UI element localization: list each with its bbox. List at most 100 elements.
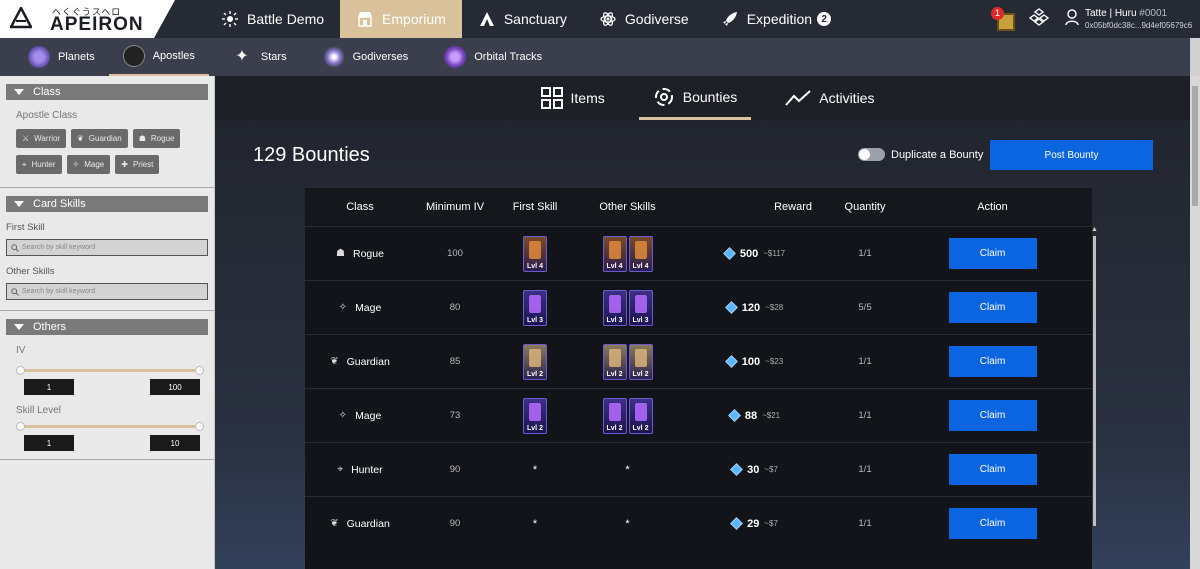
subnav-orbital-tracks[interactable]: Orbital Tracks — [422, 38, 556, 76]
others-section-header[interactable]: Others — [6, 319, 208, 335]
column-header[interactable]: Quantity — [830, 201, 900, 213]
iv-min-input[interactable]: 1 — [24, 379, 74, 395]
skill-level-min-input[interactable]: 1 — [24, 435, 74, 451]
claim-button[interactable]: Claim — [948, 508, 1037, 539]
skill-card[interactable]: Lvl 2 — [628, 397, 653, 434]
skill-card-art — [529, 348, 541, 367]
reward-cell: 120 ~$28 — [680, 301, 830, 314]
claim-button[interactable]: Claim — [948, 454, 1037, 485]
section-title: Class — [33, 86, 61, 98]
skill-card[interactable]: Lvl 3 — [523, 289, 547, 326]
skill-card[interactable]: Lvl 3 — [628, 289, 653, 326]
skill-card[interactable]: Lvl 4 — [628, 235, 653, 272]
min-iv-cell: 90 — [449, 518, 461, 529]
toggle-switch[interactable] — [858, 148, 885, 161]
shop-icon — [356, 10, 374, 28]
scrollbar-thumb[interactable] — [1093, 236, 1096, 526]
subnav-planets[interactable]: Planets — [0, 38, 109, 76]
reward-amount: 120 — [741, 301, 761, 314]
scroll-up-arrow-icon[interactable]: ▲ — [1091, 226, 1098, 233]
nav-emporium[interactable]: Emporium — [340, 0, 462, 38]
slider-max-handle[interactable] — [195, 366, 204, 375]
nav-expedition[interactable]: Expedition 2 — [705, 0, 847, 38]
column-header[interactable]: Class — [305, 201, 415, 213]
nav-battle-demo[interactable]: Battle Demo — [205, 0, 340, 38]
class-filter-priest[interactable]: ✚ Priest — [115, 155, 160, 174]
claim-button[interactable]: Claim — [948, 400, 1037, 431]
sub-navigation-bar: Planets Apostles ✦ Stars Godiverses Orbi… — [0, 38, 1200, 76]
apeiron-logo[interactable]: ヘくぐうスヘロ APEIRON — [0, 0, 175, 38]
subnav-apostles[interactable]: Apostles — [108, 38, 209, 76]
expedition-count-badge: 2 — [817, 12, 832, 26]
column-header[interactable]: Reward — [680, 201, 830, 213]
tab-items[interactable]: Items — [527, 76, 619, 120]
nav-label: Battle Demo — [247, 11, 325, 27]
subnav-godiverses[interactable]: Godiverses — [301, 38, 423, 76]
reward-cell: 30 ~$7 — [680, 463, 830, 476]
notification-button[interactable]: 1 — [991, 7, 1017, 31]
subnav-label: Orbital Tracks — [474, 51, 543, 63]
skill-card[interactable]: Lvl 2 — [523, 343, 547, 380]
column-header[interactable]: First Skill — [495, 201, 575, 213]
column-header[interactable]: Action — [900, 201, 1085, 213]
reward-cell: 500 ~$117 — [680, 247, 830, 260]
other-skills-label: Other Skills — [6, 266, 55, 277]
class-name: Guardian — [346, 355, 390, 368]
tab-bounties[interactable]: Bounties — [638, 76, 752, 120]
slider-min-handle[interactable] — [16, 422, 25, 431]
nav-godiverse[interactable]: Godiverse — [583, 0, 705, 38]
skill-level-range-slider[interactable] — [16, 422, 204, 431]
column-header[interactable]: Other Skills — [575, 201, 680, 213]
tab-activities[interactable]: Activities — [771, 76, 888, 120]
subnav-stars[interactable]: ✦ Stars — [209, 38, 301, 76]
min-iv-cell: 73 — [449, 410, 461, 421]
wallet-address: 0x05bf0dc38c...9d4ef05679c6 — [1085, 21, 1193, 30]
skill-card[interactable]: Lvl 3 — [602, 289, 627, 326]
skill-card[interactable]: Lvl 2 — [602, 397, 627, 434]
card-skills-section-header[interactable]: Card Skills — [6, 196, 208, 212]
slider-min-handle[interactable] — [16, 366, 25, 375]
class-filter-hunter[interactable]: ⌖ Hunter — [16, 155, 62, 174]
skill-card-art — [634, 240, 647, 259]
iv-range-slider[interactable] — [16, 366, 204, 375]
class-filter-guardian[interactable]: ❦ Guardian — [71, 129, 128, 148]
class-filter-warrior[interactable]: ⚔ Warrior — [16, 129, 67, 148]
skill-level: Lvl 2 — [632, 370, 649, 378]
claim-button[interactable]: Claim — [948, 292, 1037, 323]
skill-card[interactable]: Lvl 2 — [602, 343, 627, 380]
class-filter-mage[interactable]: ✧ Mage — [66, 155, 111, 174]
stack-icon[interactable] — [1028, 7, 1050, 31]
page-scrollbar[interactable] — [1190, 76, 1200, 569]
user-account[interactable]: Tatte | Huru #0001 0x05bf0dc38c...9d4ef0… — [1065, 8, 1200, 30]
trend-line-icon — [785, 90, 811, 106]
tab-label: Bounties — [682, 88, 738, 105]
skill-card[interactable]: Lvl 4 — [523, 235, 547, 272]
skill-card[interactable]: Lvl 2 — [628, 343, 653, 380]
duplicate-bounty-toggle[interactable]: Duplicate a Bounty — [858, 148, 983, 161]
collapse-triangle-icon — [14, 89, 24, 95]
tab-label: Items — [570, 90, 605, 106]
other-skills-search-input[interactable]: Search by skill keyword — [6, 283, 208, 300]
bounty-count-title: 129 Bounties — [253, 144, 370, 166]
iv-max-input[interactable]: 100 — [150, 379, 200, 395]
claim-button[interactable]: Claim — [948, 346, 1037, 377]
claim-button[interactable]: Claim — [948, 238, 1037, 269]
skill-card[interactable]: Lvl 2 — [523, 397, 547, 434]
post-bounty-button[interactable]: Post Bounty — [990, 140, 1153, 170]
any-skill-wildcard: * — [625, 517, 630, 530]
skill-card[interactable]: Lvl 4 — [602, 235, 627, 272]
min-iv-cell: 100 — [447, 248, 463, 259]
reward-amount: 500 — [739, 247, 759, 260]
nav-sanctuary[interactable]: Sanctuary — [462, 0, 583, 38]
first-skill-search-input[interactable]: Search by skill keyword — [6, 239, 208, 256]
column-header[interactable]: Minimum IV — [415, 201, 495, 213]
class-filter-rogue[interactable]: ☗ Rogue — [132, 129, 181, 148]
user-name-line: Tatte | Huru #0001 — [1085, 8, 1192, 19]
slider-max-handle[interactable] — [195, 422, 204, 431]
page-scrollbar-thumb[interactable] — [1192, 86, 1198, 206]
skill-level-max-input[interactable]: 10 — [150, 435, 200, 451]
table-scrollbar[interactable]: ▲ — [1091, 226, 1098, 526]
class-section-header[interactable]: Class — [6, 84, 208, 100]
quantity-cell: 5/5 — [858, 302, 872, 313]
first-skill-cell: Lvl 4 — [495, 235, 575, 272]
